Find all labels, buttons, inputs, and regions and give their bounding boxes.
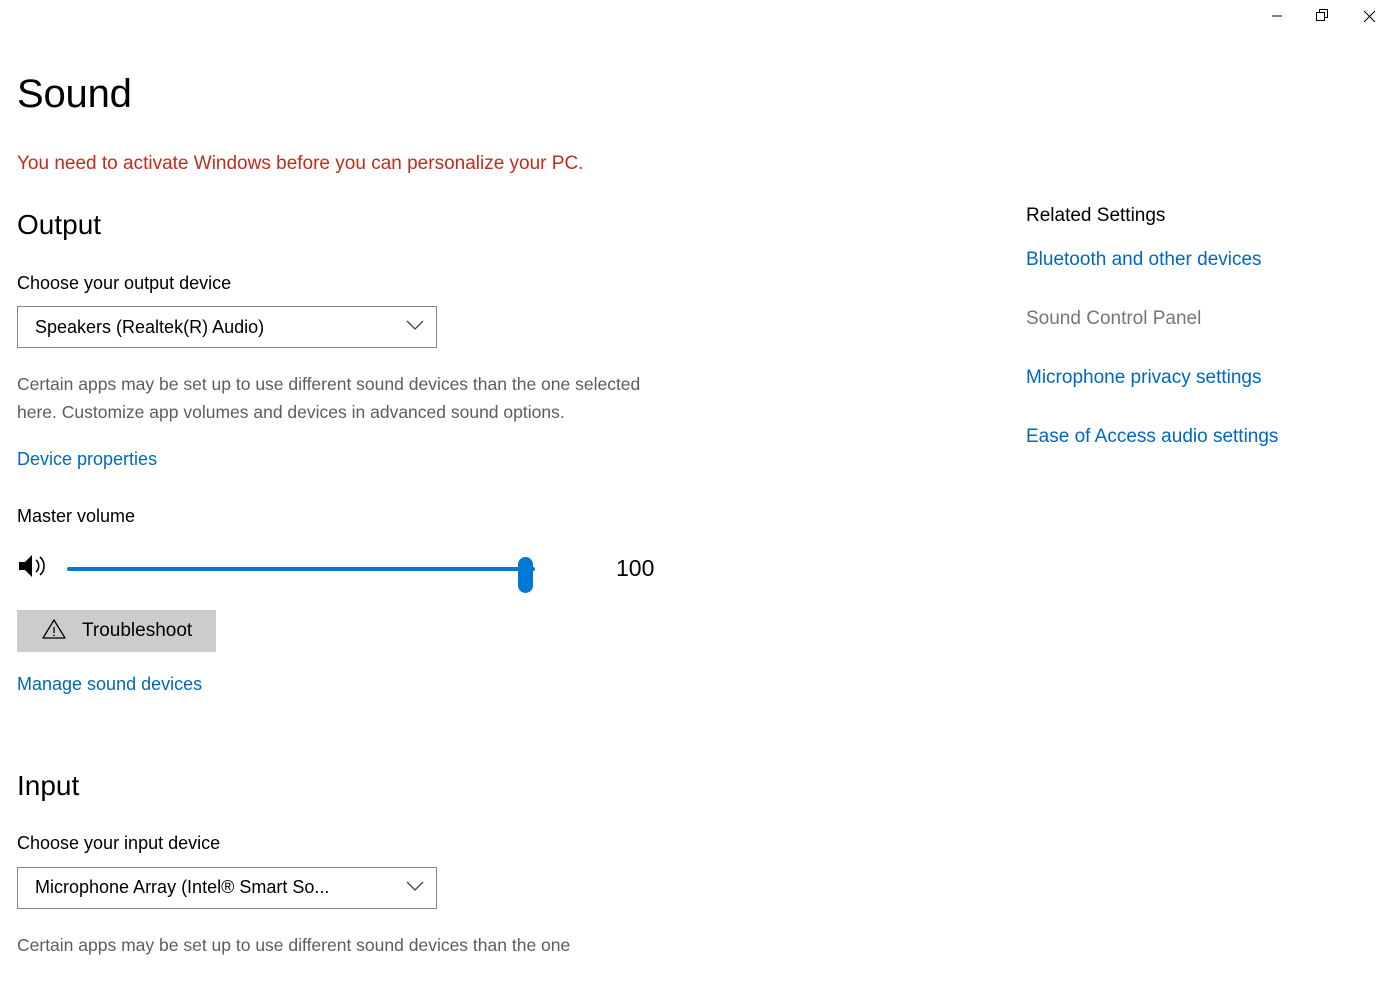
- minimize-button[interactable]: [1254, 0, 1300, 32]
- close-button[interactable]: [1346, 0, 1392, 32]
- output-device-value: Speakers (Realtek(R) Audio): [35, 316, 265, 337]
- troubleshoot-label: Troubleshoot: [82, 619, 193, 641]
- master-volume-value: 100: [616, 555, 655, 582]
- related-link-ease-of-access-audio-settings[interactable]: Ease of Access audio settings: [1026, 426, 1376, 448]
- related-link-microphone-privacy-settings[interactable]: Microphone privacy settings: [1026, 367, 1376, 389]
- related-link-sound-control-panel[interactable]: Sound Control Panel: [1026, 308, 1376, 330]
- input-help-text: Certain apps may be set up to use differ…: [17, 934, 571, 955]
- restore-button[interactable]: [1300, 0, 1346, 32]
- master-volume-label: Master volume: [17, 505, 136, 526]
- settings-main-column: Output Choose your output device Speaker…: [17, 208, 717, 959]
- input-device-value: Microphone Array (Intel® Smart So...: [35, 877, 330, 898]
- slider-track-fill: [67, 566, 535, 571]
- master-volume-row: 100: [17, 549, 717, 593]
- input-section: Input Choose your input device Microphon…: [17, 769, 717, 959]
- input-device-label: Choose your input device: [17, 833, 221, 854]
- chevron-down-icon: [406, 318, 424, 336]
- device-properties-link[interactable]: Device properties: [17, 449, 157, 470]
- close-icon: [1363, 10, 1376, 23]
- output-section: Output Choose your output device Speaker…: [17, 208, 717, 695]
- chevron-down-icon: [406, 879, 424, 897]
- input-device-dropdown[interactable]: Microphone Array (Intel® Smart So...: [17, 866, 437, 909]
- related-settings-panel: Related Settings Bluetooth and other dev…: [1026, 205, 1376, 448]
- restore-icon: [1316, 9, 1330, 23]
- output-device-dropdown[interactable]: Speakers (Realtek(R) Audio): [17, 306, 437, 349]
- slider-thumb[interactable]: [518, 556, 533, 593]
- activation-warning: You need to activate Windows before you …: [17, 153, 584, 174]
- page-title: Sound: [17, 72, 132, 116]
- troubleshoot-button[interactable]: Troubleshoot: [17, 609, 216, 652]
- speaker-icon[interactable]: [17, 551, 57, 586]
- warning-triangle-icon: [42, 618, 66, 643]
- related-settings-heading: Related Settings: [1026, 205, 1166, 226]
- output-help-text: Certain apps may be set up to use differ…: [17, 374, 641, 423]
- output-device-label: Choose your output device: [17, 272, 232, 293]
- master-volume-slider[interactable]: [59, 549, 535, 593]
- manage-sound-devices-link[interactable]: Manage sound devices: [17, 674, 202, 695]
- title-bar: [0, 0, 1392, 44]
- minimize-icon: [1271, 10, 1283, 22]
- input-heading: Input: [17, 769, 80, 801]
- output-heading: Output: [17, 209, 102, 240]
- related-link-bluetooth-and-other-devices[interactable]: Bluetooth and other devices: [1026, 249, 1376, 271]
